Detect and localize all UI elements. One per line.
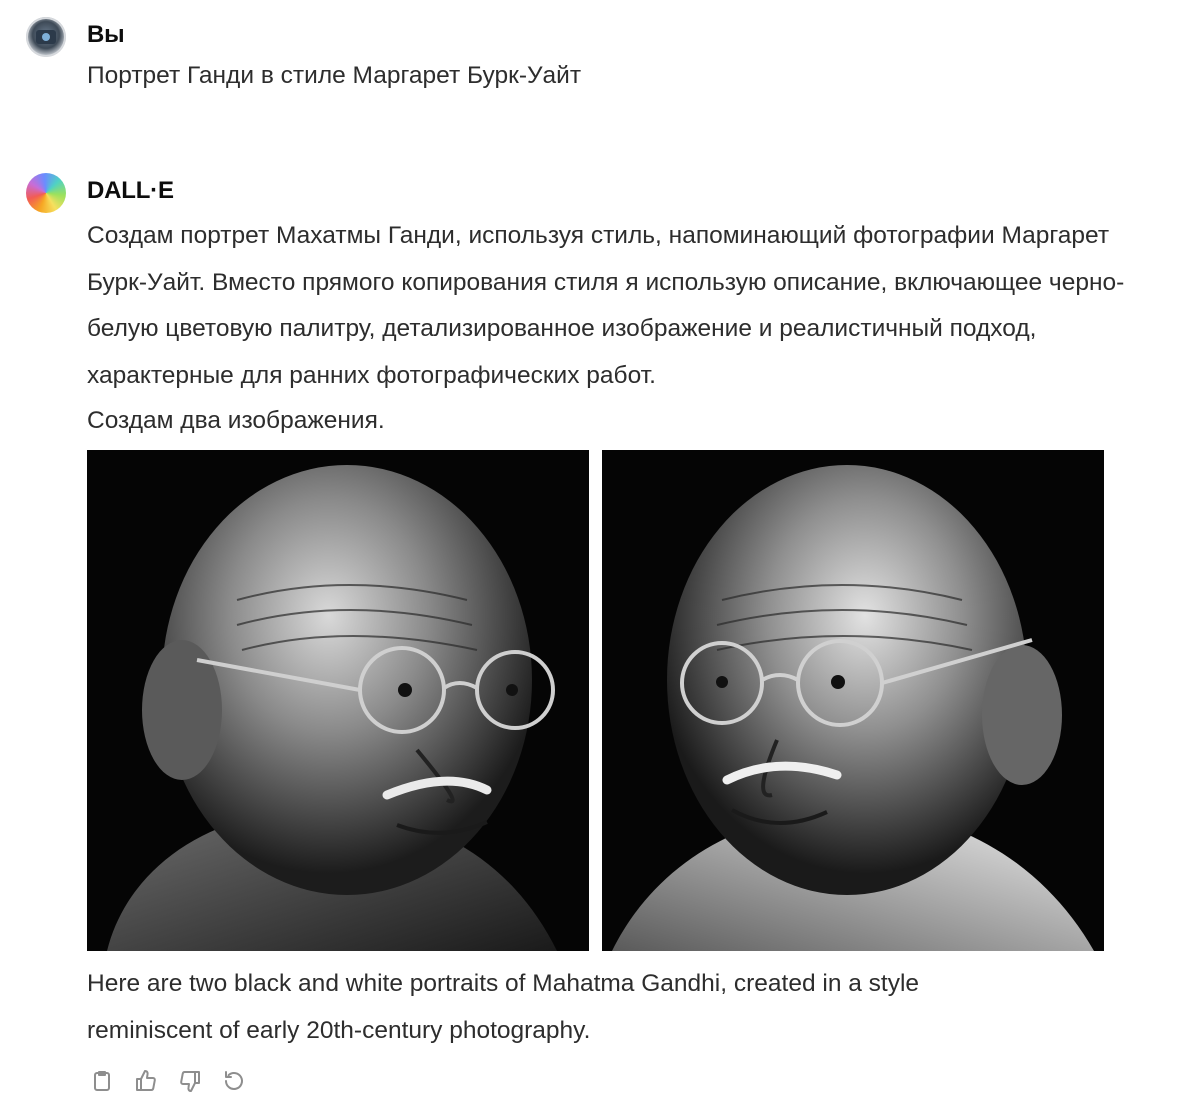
regenerate-icon[interactable]	[219, 1066, 249, 1096]
assistant-author-name: DALL·E	[87, 177, 174, 204]
generated-image-1[interactable]	[87, 450, 589, 951]
thumbs-up-icon[interactable]	[131, 1066, 161, 1096]
assistant-caption-text: Here are two black and white portraits o…	[87, 970, 920, 1044]
assistant-intro-text: Создам портрет Махатмы Ганди, используя …	[87, 222, 1125, 389]
dalle-logo-icon	[26, 173, 66, 213]
message-actions	[87, 1066, 249, 1096]
thumbs-down-icon[interactable]	[175, 1066, 205, 1096]
user-message-text: Портрет Ганди в стиле Маргарет Бурк-Уайт	[87, 62, 582, 89]
user-author-name: Вы	[87, 21, 125, 48]
assistant-intro-last-line: Создам два изображения.	[87, 407, 385, 434]
copy-icon[interactable]	[87, 1066, 117, 1096]
generated-image-2[interactable]	[602, 450, 1104, 951]
camera-avatar-icon	[26, 17, 66, 57]
generated-images	[87, 450, 1104, 951]
